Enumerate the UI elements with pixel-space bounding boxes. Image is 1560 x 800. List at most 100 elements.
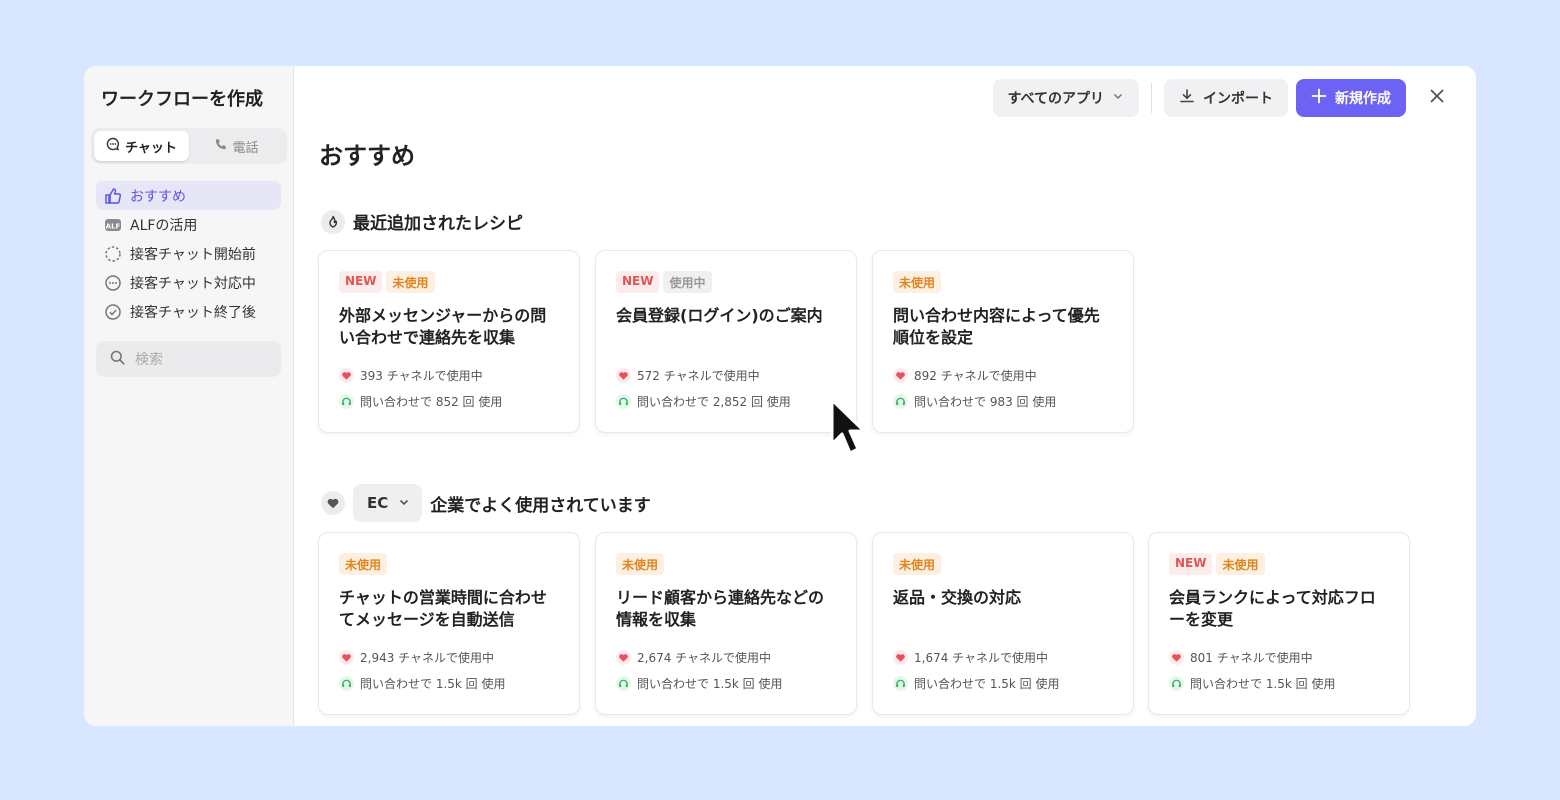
inquiry-usage-text: 問い合わせで 852 回 使用 xyxy=(360,395,503,409)
recipe-stats: 2,674 チャネルで使用中 問い合わせで 1.5k 回 使用 xyxy=(616,649,836,692)
inquiry-usage-text: 問い合わせで 1.5k 回 使用 xyxy=(914,677,1060,691)
close-icon xyxy=(1429,88,1445,108)
alf-icon: ALF xyxy=(104,216,122,234)
recipe-title: 返品・交換の対応 xyxy=(893,588,1022,607)
chat-icon xyxy=(106,137,120,155)
badge-group: 未使用 xyxy=(893,271,1113,293)
channel-usage-text: 1,674 チャネルで使用中 xyxy=(914,651,1049,665)
recipe-stats: 393 チャネルで使用中問い合わせで 852 回 使用 xyxy=(339,367,559,410)
recipe-card[interactable]: 未使用返品・交換の対応 1,674 チャネルで使用中 問い合わせで 1.5k 回 使… xyxy=(872,532,1134,715)
heart-icon xyxy=(321,491,345,515)
recipe-title: 外部メッセンジャーからの問い合わせで連絡先を収集 xyxy=(339,306,547,347)
recent-section-header: 最近追加されたレシピ xyxy=(321,209,523,234)
inquiry-usage-text: 問い合わせで 1.5k 回 使用 xyxy=(1190,677,1336,691)
new-badge: NEW xyxy=(616,271,660,293)
channel-usage: 2,674 チャネルで使用中 xyxy=(616,649,836,666)
recipe-card[interactable]: 未使用リード顧客から連絡先などの情報を収集 2,674 チャネルで使用中 問い合わせ… xyxy=(595,532,857,715)
heart-icon xyxy=(893,368,908,383)
import-label: インポート xyxy=(1203,91,1273,107)
chevron-down-icon xyxy=(398,494,410,512)
headset-icon xyxy=(893,676,908,691)
tab-chat-label: チャット xyxy=(125,140,177,156)
badge-group: 未使用 xyxy=(339,553,559,575)
recipe-card[interactable]: 未使用問い合わせ内容によって優先順位を設定 892 チャネルで使用中問い合わせで … xyxy=(872,250,1134,433)
sidebar-title: ワークフローを作成 xyxy=(101,89,263,110)
search-input[interactable]: 検索 xyxy=(96,341,281,377)
inquiry-usage-text: 問い合わせで 2,852 回 使用 xyxy=(637,395,791,409)
nav-item-label: 接客チャット終了後 xyxy=(130,304,256,321)
recipe-card[interactable]: NEW 未使用会員ランクによって対応フローを変更 801 チャネルで使用中問い合わせ… xyxy=(1148,532,1410,715)
nav-item-label: 接客チャット開始前 xyxy=(130,246,256,263)
channel-usage-text: 572 チャネルで使用中 xyxy=(637,369,760,383)
inquiry-usage: 問い合わせで 852 回 使用 xyxy=(339,393,559,410)
channel-usage-text: 2,674 チャネルで使用中 xyxy=(637,651,772,665)
unused-badge: 未使用 xyxy=(386,271,435,293)
recipe-title: 会員登録(ログイン)のご案内 xyxy=(616,306,823,325)
tab-phone-label: 電話 xyxy=(232,140,259,156)
headset-icon xyxy=(339,676,354,691)
mouse-cursor-icon xyxy=(829,398,869,464)
inquiry-usage: 問い合わせで 1.5k 回 使用 xyxy=(616,675,836,692)
nav-item-label: 接客チャット対応中 xyxy=(130,275,256,292)
inquiry-usage: 問い合わせで 1.5k 回 使用 xyxy=(1169,675,1389,692)
headset-icon xyxy=(616,676,631,691)
new-badge: NEW xyxy=(1169,553,1213,575)
used-badge: 使用中 xyxy=(663,271,712,293)
nav-item-before-chat[interactable]: 接客チャット開始前 xyxy=(96,239,281,268)
recipe-title: リード顧客から連絡先などの情報を収集 xyxy=(616,588,825,629)
workflow-create-dialog: ワークフローを作成 チャット 電話 おすすめ ALF ALFの活用 接客チャット… xyxy=(84,66,1476,726)
recipe-title: 会員ランクによって対応フローを変更 xyxy=(1169,588,1376,629)
inquiry-usage: 問い合わせで 1.5k 回 使用 xyxy=(893,675,1113,692)
recipe-stats: 1,674 チャネルで使用中 問い合わせで 1.5k 回 使用 xyxy=(893,649,1113,692)
industry-dropdown[interactable]: EC xyxy=(353,484,423,522)
recipe-stats: 892 チャネルで使用中問い合わせで 983 回 使用 xyxy=(893,367,1113,410)
channel-type-toggle: チャット 電話 xyxy=(91,128,287,164)
nav-item-alf[interactable]: ALF ALFの活用 xyxy=(96,210,281,239)
close-button[interactable] xyxy=(1420,81,1454,115)
nav-item-recommended[interactable]: おすすめ xyxy=(96,181,281,210)
badge-group: NEW 使用中 xyxy=(616,271,836,293)
unused-badge: 未使用 xyxy=(1216,553,1265,575)
unused-badge: 未使用 xyxy=(893,553,942,575)
inquiry-usage-text: 問い合わせで 1.5k 回 使用 xyxy=(637,677,783,691)
recipe-card[interactable]: 未使用 チャットの営業時間に合わせてメッセージを自動送信 2,943 チャネルで使用… xyxy=(318,532,580,715)
channel-usage-text: 892 チャネルで使用中 xyxy=(914,369,1037,383)
nav-item-label: ALFの活用 xyxy=(130,217,198,234)
inquiry-usage: 問い合わせで 983 回 使用 xyxy=(893,393,1113,410)
channel-usage: 393 チャネルで使用中 xyxy=(339,367,559,384)
app-filter-dropdown[interactable]: すべてのアプリ xyxy=(992,79,1139,117)
heart-icon xyxy=(616,368,631,383)
badge-group: 未使用 xyxy=(893,553,1113,575)
recent-section-title: 最近追加されたレシピ xyxy=(353,214,523,234)
tab-phone[interactable]: 電話 xyxy=(189,131,284,161)
channel-usage: 892 チャネルで使用中 xyxy=(893,367,1113,384)
headset-icon xyxy=(1169,676,1184,691)
import-button[interactable]: インポート xyxy=(1164,79,1288,117)
industry-label: EC xyxy=(367,494,389,512)
channel-usage-text: 2,943 チャネルで使用中 xyxy=(360,651,495,665)
nav-item-after-chat[interactable]: 接客チャット終了後 xyxy=(96,297,281,326)
tab-chat[interactable]: チャット xyxy=(94,131,189,161)
nav-item-label: おすすめ xyxy=(130,188,186,205)
nav-item-during-chat[interactable]: 接客チャット対応中 xyxy=(96,268,281,297)
channel-usage: 2,943 チャネルで使用中 xyxy=(339,649,559,666)
channel-usage-text: 393 チャネルで使用中 xyxy=(360,369,483,383)
recipe-card[interactable]: NEW 使用中 会員登録(ログイン)のご案内 572 チャネルで使用中 問い合わせで 2… xyxy=(595,250,857,433)
recipe-title: 問い合わせ内容によって優先順位を設定 xyxy=(893,306,1100,347)
create-new-button[interactable]: 新規作成 xyxy=(1296,79,1406,117)
plus-icon xyxy=(1311,88,1327,108)
unused-badge: 未使用 xyxy=(616,553,665,575)
channel-usage: 1,674 チャネルで使用中 xyxy=(893,649,1113,666)
chevron-down-icon xyxy=(1112,90,1124,106)
recipe-card[interactable]: NEW 未使用 外部メッセンジャーからの問い合わせで連絡先を収集 393 チャネルで使… xyxy=(318,250,580,433)
search-icon xyxy=(110,350,125,369)
headset-icon xyxy=(339,394,354,409)
channel-usage-text: 801 チャネルで使用中 xyxy=(1190,651,1313,665)
search-placeholder: 検索 xyxy=(135,352,163,368)
badge-group: 未使用 xyxy=(616,553,836,575)
badge-group: NEW 未使用 xyxy=(1169,553,1389,575)
check-circle-icon xyxy=(104,303,122,321)
popular-section-title: 企業でよく使用されています xyxy=(430,495,651,516)
heart-icon xyxy=(893,650,908,665)
main-panel: すべてのアプリ インポート 新規作成 おすすめ 最近追加されたレシピ NEW 未… xyxy=(294,66,1476,726)
